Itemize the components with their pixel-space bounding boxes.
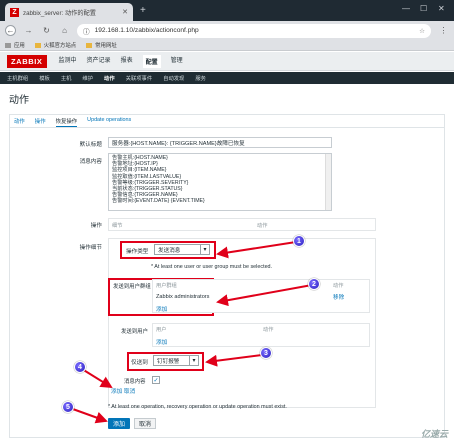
- annotation-badge-4: 4: [74, 361, 86, 373]
- annotation-badge-5: 5: [62, 401, 74, 413]
- annotation-badge-3: 3: [260, 347, 272, 359]
- annotation-badge-2: 2: [308, 278, 320, 290]
- watermark: 亿速云: [420, 429, 448, 439]
- annotation-arrows: [69, 241, 313, 424]
- annotation-badge-1: 1: [293, 235, 305, 247]
